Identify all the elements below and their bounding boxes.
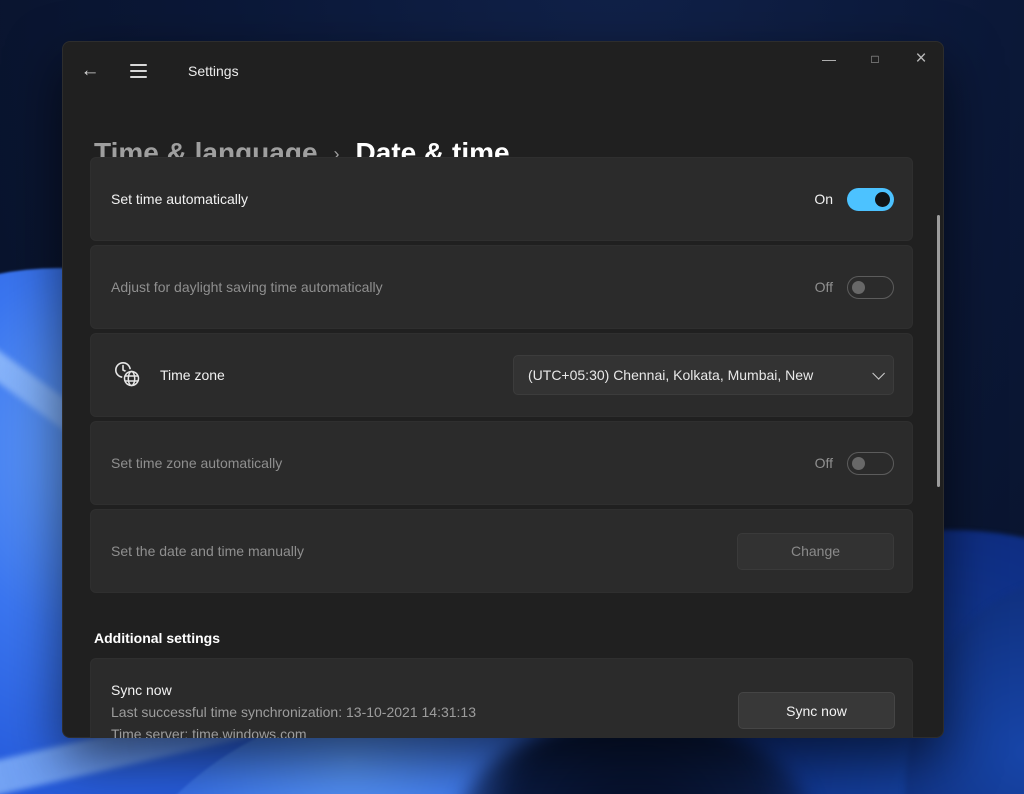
setting-label: Set the date and time manually xyxy=(111,543,305,559)
setting-label: Time zone xyxy=(160,367,225,383)
menu-button[interactable] xyxy=(124,57,152,85)
timezone-globe-clock-icon xyxy=(115,362,141,388)
time-zone-selected-value: (UTC+05:30) Chennai, Kolkata, Mumbai, Ne… xyxy=(528,367,814,383)
time-zone-dropdown[interactable]: (UTC+05:30) Chennai, Kolkata, Mumbai, Ne… xyxy=(513,355,894,395)
setting-row-set-date-time-manually[interactable]: Set the date and time manually Change xyxy=(90,509,913,593)
setting-row-daylight-saving[interactable]: Adjust for daylight saving time automati… xyxy=(90,245,913,329)
close-icon: × xyxy=(915,48,927,69)
toggle-knob xyxy=(852,456,865,470)
sync-server: Time server: time.windows.com xyxy=(111,726,307,738)
chevron-down-icon xyxy=(872,366,885,380)
minimize-button[interactable]: — xyxy=(806,41,852,77)
close-button[interactable]: × xyxy=(898,41,944,77)
back-button[interactable]: ← xyxy=(76,57,104,85)
toggle-knob xyxy=(875,191,890,207)
sync-title: Sync now xyxy=(111,682,172,698)
setting-label: Set time zone automatically xyxy=(111,455,283,471)
maximize-icon: □ xyxy=(871,52,879,66)
titlebar: ← Settings — □ × xyxy=(62,41,944,101)
daylight-saving-toggle[interactable] xyxy=(847,275,894,299)
setting-label: Adjust for daylight saving time automati… xyxy=(111,279,383,295)
sync-info: Sync now Last successful time synchroniz… xyxy=(111,679,476,738)
sync-now-card: Sync now Last successful time synchroniz… xyxy=(90,658,913,738)
toggle-state-label: Off xyxy=(814,455,833,471)
menu-icon xyxy=(129,64,147,66)
back-icon: ← xyxy=(80,60,100,81)
menu-icon xyxy=(129,76,147,78)
setting-label: Set time automatically xyxy=(111,191,248,207)
sync-now-button[interactable]: Sync now xyxy=(738,692,895,729)
setting-row-time-zone[interactable]: Time zone (UTC+05:30) Chennai, Kolkata, … xyxy=(90,333,913,417)
toggle-state-label: On xyxy=(814,191,833,207)
change-button[interactable]: Change xyxy=(737,532,894,570)
setting-row-set-time-zone-automatically[interactable]: Set time zone automatically Off xyxy=(90,421,913,505)
set-time-automatically-toggle[interactable] xyxy=(847,187,894,211)
sync-last-time: Last successful time synchronization: 13… xyxy=(111,704,476,720)
minimize-icon: — xyxy=(822,51,836,67)
set-time-zone-automatically-toggle[interactable] xyxy=(847,451,894,475)
app-title: Settings xyxy=(188,63,239,79)
toggle-state-label: Off xyxy=(814,279,833,295)
maximize-button[interactable]: □ xyxy=(852,41,898,77)
window-controls: — □ × xyxy=(806,41,944,77)
toggle-knob xyxy=(852,280,865,294)
settings-window: ← Settings — □ × Time & language › Date … xyxy=(62,41,944,738)
settings-list: Set time automatically On Adjust for day… xyxy=(90,157,913,738)
menu-icon xyxy=(129,70,147,72)
additional-settings-header: Additional settings xyxy=(94,630,220,646)
setting-row-set-time-automatically[interactable]: Set time automatically On xyxy=(90,157,913,241)
scrollbar-thumb[interactable] xyxy=(937,215,940,487)
